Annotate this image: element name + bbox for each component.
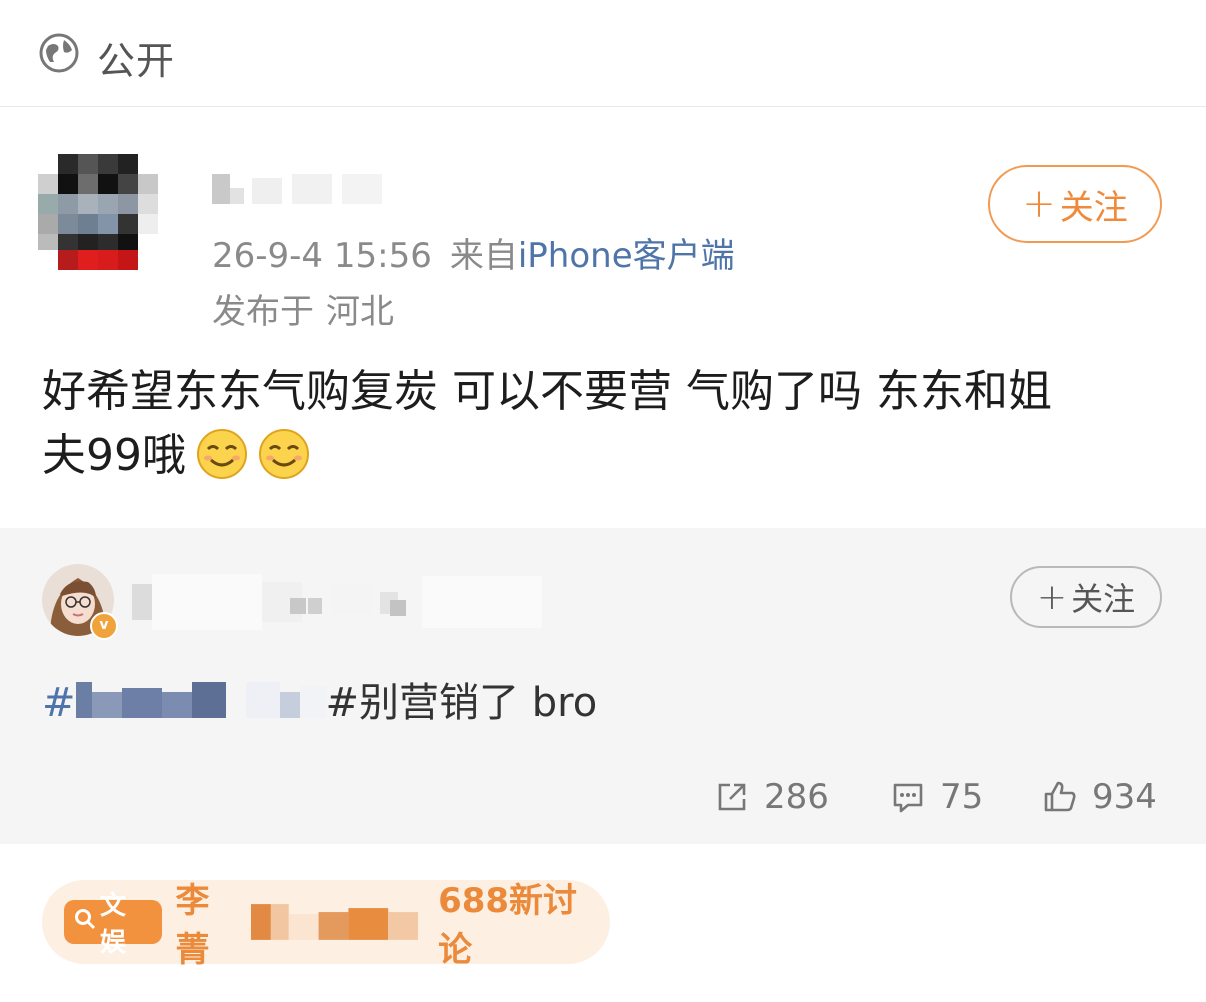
plus-icon: +	[1022, 181, 1056, 227]
share-button[interactable]: 286	[714, 772, 829, 822]
like-button[interactable]: 934	[1042, 772, 1157, 822]
thumbs-up-icon	[1044, 781, 1076, 812]
follow-label: 关注	[1059, 187, 1128, 228]
post-meta: 26-9-4 15:56 来自iPhone客户端	[212, 228, 735, 277]
smile-emoji-icon	[259, 429, 309, 479]
topic-badge-label: 文娱	[100, 891, 127, 958]
share-icon	[718, 783, 746, 811]
action-bar: 286 75 934	[0, 772, 1206, 822]
location-prefix: 发布于	[212, 292, 314, 332]
follow-button[interactable]: + 关注	[988, 165, 1162, 243]
topic-name: 李菁	[175, 881, 210, 970]
topic-badge: 文娱	[64, 891, 162, 958]
hashtag-prefix[interactable]: #	[42, 680, 76, 726]
like-count: 934	[1092, 777, 1157, 817]
hashtag-text[interactable]: #别营销了 bro	[326, 680, 598, 726]
post-text-line-2: 夫99哦	[42, 424, 1172, 488]
location-value: 河北	[326, 292, 394, 332]
visibility-label: 公开	[97, 39, 176, 83]
author-name-redacted[interactable]	[212, 168, 402, 212]
share-count: 286	[764, 777, 829, 817]
comment-count: 75	[940, 777, 984, 817]
verified-badge-icon: v	[90, 612, 118, 640]
post-location: 发布于 河北	[212, 284, 394, 333]
post-text-line-1: 好希望东东气购复炭 可以不要营 气购了吗 东东和姐	[42, 366, 1052, 417]
globe-icon	[39, 33, 79, 73]
repost-follow-label: 关注	[1071, 580, 1136, 618]
author-avatar[interactable]	[38, 150, 158, 270]
topic-chip[interactable]: 文娱 李菁 688新讨论	[42, 880, 610, 970]
repost-follow-button[interactable]: + 关注	[1010, 566, 1162, 628]
source-prefix: 来自	[449, 236, 518, 276]
smile-emoji-icon	[197, 429, 247, 479]
source-link[interactable]: iPhone客户端	[518, 236, 735, 276]
post-text-line-2-text: 夫99哦	[42, 430, 186, 481]
repost-card[interactable]: v + 关注 # #别营销了 bro 286 75 934	[0, 528, 1206, 844]
repost-text: # #别营销了 bro	[42, 670, 597, 726]
repost-author-name-redacted[interactable]	[132, 572, 592, 632]
visibility-header[interactable]: 公开	[0, 0, 1206, 107]
weibo-post-detail: 公开 26-9-4 15:56 来自iPhone客户端 发布于 河北 + 关注 …	[0, 0, 1206, 1002]
plus-icon: +	[1036, 576, 1068, 618]
search-icon	[74, 907, 96, 937]
hashtag-redacted	[75, 682, 326, 718]
comment-button[interactable]: 75	[890, 772, 983, 822]
post-time: 26-9-4 15:56	[212, 236, 432, 276]
topic-count: 688新讨论	[438, 881, 578, 970]
comment-icon	[893, 783, 923, 813]
post-body: 好希望东东气购复炭 可以不要营 气购了吗 东东和姐 夫99哦	[42, 360, 1172, 488]
topic-name-redacted	[251, 904, 419, 940]
